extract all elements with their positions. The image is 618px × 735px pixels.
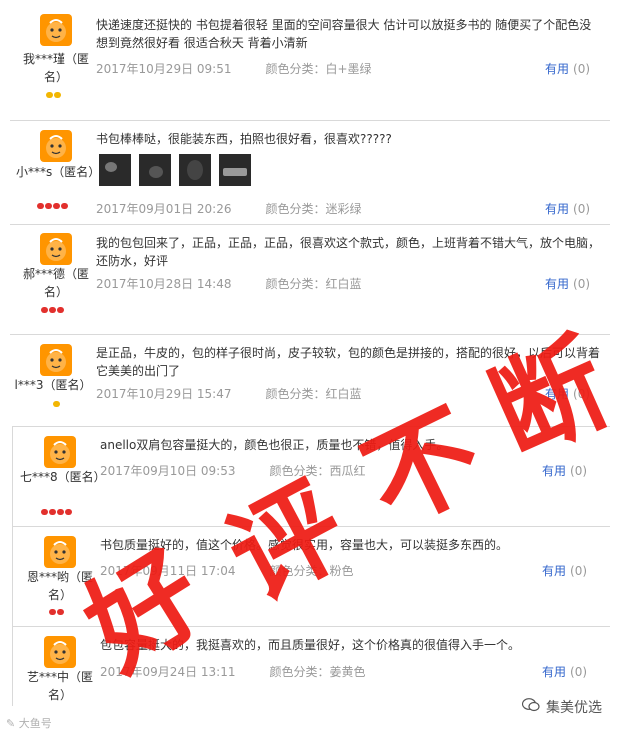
avatar [40, 130, 72, 162]
wechat-icon [521, 698, 540, 716]
useful-count: (0) [570, 564, 588, 578]
review-date: 2017年10月29日 15:47 [96, 387, 232, 401]
user-level-badge [37, 203, 68, 211]
user-level-badge [41, 307, 64, 315]
watermark-source-label: 大鱼号 [18, 717, 52, 730]
useful-button[interactable]: 有用 (0) [542, 663, 587, 680]
review-meta: 2017年10月28日 14:48 颜色分类：红白蓝 [96, 275, 362, 292]
review-meta: 2017年10月29日 09:51 颜色分类：白+墨绿 [96, 60, 372, 77]
divider [10, 224, 610, 225]
review-photo[interactable] [99, 154, 131, 186]
user-name[interactable]: l***3（匿名） [8, 376, 98, 394]
useful-count: (0) [570, 464, 588, 478]
useful-button[interactable]: 有用 (0) [545, 200, 590, 217]
review-photo[interactable] [179, 154, 211, 186]
useful-label[interactable]: 有用 [545, 202, 569, 216]
user-name[interactable]: 七***8（匿名） [20, 468, 106, 486]
review-item: 郝***德（匿名） 我的包包回来了，正品，正品，正品，很喜欢这个款式，颜色，上班… [0, 224, 610, 334]
user-level-badge [49, 609, 64, 617]
useful-label[interactable]: 有用 [542, 564, 566, 578]
useful-count: (0) [570, 665, 588, 679]
review-date: 2017年09月10日 09:53 [100, 464, 236, 478]
color-option: 颜色分类：红白蓝 [265, 277, 362, 291]
color-option: 颜色分类：迷彩绿 [265, 202, 362, 216]
avatar-mascot-icon [50, 641, 70, 664]
review-item: 我***瑾（匿名） 快递速度还挺快的 书包提着很轻 里面的空间容量很大 估计可以… [0, 0, 610, 118]
useful-button[interactable]: 有用 (0) [545, 60, 590, 77]
review-content: 快递速度还挺快的 书包提着很轻 里面的空间容量很大 估计可以放挺多书的 随便买了… [96, 18, 592, 50]
divider [10, 334, 610, 335]
useful-button[interactable]: 有用 (0) [542, 562, 587, 579]
review-images [99, 154, 251, 186]
review-photo[interactable] [219, 154, 251, 186]
avatar-mascot-icon [46, 135, 66, 158]
useful-label[interactable]: 有用 [545, 277, 569, 291]
color-option: 颜色分类：姜黄色 [269, 665, 366, 679]
useful-count: (0) [573, 277, 591, 291]
watermark-account-name: 集美优选 [546, 700, 602, 716]
review-date: 2017年10月28日 14:48 [96, 277, 232, 291]
watermark-account: 集美优选 [521, 697, 602, 717]
user-name[interactable]: 艺***中（匿名） [20, 668, 100, 704]
avatar [40, 14, 72, 46]
panel-border [12, 426, 13, 706]
review-date: 2017年10月29日 09:51 [96, 62, 232, 76]
useful-label[interactable]: 有用 [545, 62, 569, 76]
user-level-badge [46, 92, 61, 100]
useful-label[interactable]: 有用 [542, 665, 566, 679]
user-name[interactable]: 小***s（匿名） [16, 163, 100, 181]
avatar-mascot-icon [50, 441, 70, 464]
review-content: 书包棒棒哒，很能装东西，拍照也很好看，很喜欢????? [96, 132, 392, 146]
useful-button[interactable]: 有用 (0) [545, 275, 590, 292]
avatar [44, 636, 76, 668]
avatar-mascot-icon [46, 238, 66, 261]
avatar [44, 436, 76, 468]
avatar [44, 536, 76, 568]
user-level-badge [41, 509, 72, 517]
user-name[interactable]: 我***瑾（匿名） [16, 50, 96, 86]
review-meta: 2017年09月01日 20:26 颜色分类：迷彩绿 [96, 200, 362, 217]
review-photo[interactable] [139, 154, 171, 186]
review-date: 2017年09月01日 20:26 [96, 202, 232, 216]
watermark-source: ✎ 大鱼号 [6, 715, 52, 731]
avatar-mascot-icon [46, 349, 66, 372]
user-name[interactable]: 郝***德（匿名） [16, 265, 96, 301]
divider [10, 120, 610, 121]
useful-count: (0) [573, 62, 591, 76]
avatar-mascot-icon [46, 19, 66, 42]
review-content: 我的包包回来了，正品，正品，正品，很喜欢这个款式，颜色，上班背着不错大气，放个电… [96, 236, 601, 268]
avatar [40, 344, 72, 376]
user-level-badge [53, 401, 60, 409]
avatar [40, 233, 72, 265]
color-option: 颜色分类：红白蓝 [265, 387, 362, 401]
review-meta: 2017年09月10日 09:53 颜色分类：西瓜红 [100, 462, 366, 479]
avatar-mascot-icon [50, 541, 70, 564]
review-item: 艺***中（匿名） 包包容量挺大的，我挺喜欢的，而且质量很好，这个价格真的很值得… [0, 626, 610, 706]
review-meta: 2017年10月29日 15:47 颜色分类：红白蓝 [96, 385, 362, 402]
fish-icon: ✎ [6, 717, 19, 730]
review-item: 小***s（匿名） 书包棒棒哒，很能装东西，拍照也很好看，很喜欢????? 20… [0, 120, 610, 224]
useful-count: (0) [573, 202, 591, 216]
color-option: 颜色分类：白+墨绿 [265, 62, 372, 76]
